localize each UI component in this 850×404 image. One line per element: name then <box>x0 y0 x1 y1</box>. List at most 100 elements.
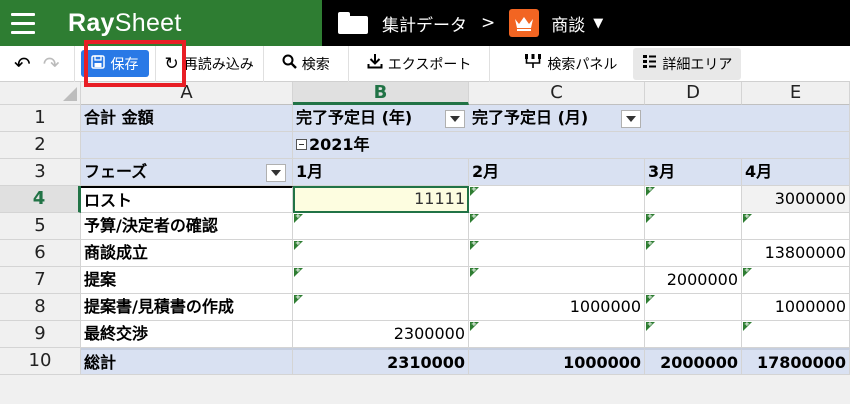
row-header-5[interactable]: 5 <box>0 213 81 240</box>
column-header-a[interactable]: A <box>81 82 293 105</box>
cell-e10[interactable]: 17800000 <box>742 348 850 375</box>
cell-b8[interactable] <box>293 294 469 321</box>
search-panel-button[interactable]: 検索パネル <box>490 46 629 82</box>
column-header-c[interactable]: C <box>469 82 645 105</box>
save-button[interactable]: 保存 <box>80 50 149 77</box>
cell-b4[interactable]: 11111 <box>293 186 469 213</box>
save-icon <box>90 54 105 73</box>
app-name[interactable]: 商談 <box>551 11 585 36</box>
cell-b6[interactable] <box>293 240 469 267</box>
search-button[interactable]: 検索 <box>264 45 349 82</box>
cell-e5[interactable] <box>742 213 850 240</box>
toolbar: ↶ ↷ 保存 ↻ 再読み込み 検索 エクスポート 検索パネル 詳細エリア <box>0 45 850 82</box>
cell-d6[interactable] <box>645 240 742 267</box>
cell-d3[interactable]: 3月 <box>645 159 742 186</box>
pivot-row-field-phase: フェーズ <box>84 162 148 181</box>
detail-area-label: 詳細エリア <box>662 56 733 73</box>
undo-icon: ↶ <box>14 51 31 76</box>
row-header-2[interactable]: 2 <box>0 132 81 159</box>
select-all-corner[interactable] <box>0 82 81 105</box>
column-header-d[interactable]: D <box>645 82 742 105</box>
cell-d9[interactable] <box>645 321 742 348</box>
crown-icon <box>509 9 540 37</box>
pivot-column-field-year: 完了予定日 (年) <box>296 108 413 127</box>
column-header-b[interactable]: B <box>293 82 469 105</box>
month-filter-dropdown-icon[interactable] <box>621 110 641 128</box>
filter-panel-icon <box>524 53 542 74</box>
breadcrumb-separator: > <box>481 13 496 33</box>
cell-d1[interactable] <box>645 105 850 132</box>
cell-e8[interactable]: 1000000 <box>742 294 850 321</box>
row-header-4[interactable]: 4 <box>0 186 81 213</box>
cell-c7[interactable] <box>469 267 645 294</box>
cell-d4[interactable] <box>645 186 742 213</box>
row-header-1[interactable]: 1 <box>0 105 81 132</box>
cell-e4[interactable]: 3000000 <box>742 186 850 213</box>
row-header-6[interactable]: 6 <box>0 240 81 267</box>
export-button[interactable]: エクスポート <box>349 45 491 82</box>
phase-filter-dropdown-icon[interactable] <box>266 164 286 182</box>
cell-c6[interactable] <box>469 240 645 267</box>
collapse-minus-icon[interactable] <box>296 139 307 150</box>
row-header-8[interactable]: 8 <box>0 294 81 321</box>
cell-b3[interactable]: 1月 <box>293 159 469 186</box>
redo-icon: ↷ <box>42 51 60 76</box>
search-panel-label: 検索パネル <box>547 56 618 73</box>
save-label: 保存 <box>110 56 139 73</box>
redo-button[interactable]: ↷ <box>37 45 75 82</box>
cell-d8[interactable] <box>645 294 742 321</box>
cell-c4[interactable] <box>469 186 645 213</box>
cell-a8[interactable]: 提案書/見積書の作成 <box>81 294 293 321</box>
cell-e6[interactable]: 13800000 <box>742 240 850 267</box>
year-filter-dropdown-icon[interactable] <box>445 110 465 128</box>
search-label: 検索 <box>301 56 330 73</box>
cell-c8[interactable]: 1000000 <box>469 294 645 321</box>
cell-a1[interactable]: 合計 金額 <box>81 105 293 132</box>
cell-c9[interactable] <box>469 321 645 348</box>
cell-d7[interactable]: 2000000 <box>645 267 742 294</box>
cell-c10[interactable]: 1000000 <box>469 348 645 375</box>
cell-e9[interactable] <box>742 321 850 348</box>
year-group-label: 2021年 <box>309 135 370 154</box>
cell-e3[interactable]: 4月 <box>742 159 850 186</box>
cell-a10[interactable]: 総計 <box>81 348 293 375</box>
cell-d10[interactable]: 2000000 <box>645 348 742 375</box>
cell-b1[interactable]: 完了予定日 (年) <box>293 105 469 132</box>
save-button-wrap: 保存 <box>75 45 156 82</box>
cell-a5[interactable]: 予算/決定者の確認 <box>81 213 293 240</box>
row-header-10[interactable]: 10 <box>0 348 81 375</box>
cell-c1[interactable]: 完了予定日 (月) <box>469 105 645 132</box>
reload-label: 再読み込み <box>183 56 254 73</box>
cell-a3[interactable]: フェーズ <box>81 159 293 186</box>
app-logo: RaySheet <box>68 8 182 37</box>
cell-a4[interactable]: ロスト <box>81 186 293 213</box>
cell-c3[interactable]: 2月 <box>469 159 645 186</box>
search-icon <box>282 54 297 74</box>
title-bar: 集計データ > 商談 ▼ <box>322 0 850 46</box>
cell-c5[interactable] <box>469 213 645 240</box>
cell-b9[interactable]: 2300000 <box>293 321 469 348</box>
detail-list-icon <box>642 54 657 74</box>
cell-d5[interactable] <box>645 213 742 240</box>
hamburger-menu-icon[interactable] <box>0 0 46 46</box>
brand-area: RaySheet <box>0 0 322 46</box>
cell-b7[interactable] <box>293 267 469 294</box>
cell-a6[interactable]: 商談成立 <box>81 240 293 267</box>
cell-b5[interactable] <box>293 213 469 240</box>
export-label: エクスポート <box>387 56 472 73</box>
cell-e7[interactable] <box>742 267 850 294</box>
reload-button[interactable]: ↻ 再読み込み <box>156 45 264 82</box>
dataset-name[interactable]: 集計データ <box>382 11 467 36</box>
cell-b2[interactable]: 2021年 <box>293 132 850 159</box>
cell-b10[interactable]: 2310000 <box>293 348 469 375</box>
cell-a9[interactable]: 最終交渉 <box>81 321 293 348</box>
cell-a7[interactable]: 提案 <box>81 267 293 294</box>
app-dropdown-icon[interactable]: ▼ <box>593 16 603 31</box>
detail-area-button[interactable]: 詳細エリア <box>633 47 742 80</box>
row-header-3[interactable]: 3 <box>0 159 81 186</box>
row-header-7[interactable]: 7 <box>0 267 81 294</box>
undo-button[interactable]: ↶ <box>0 46 37 82</box>
cell-a2[interactable] <box>81 132 293 159</box>
column-header-e[interactable]: E <box>742 82 850 105</box>
row-header-9[interactable]: 9 <box>0 321 81 348</box>
